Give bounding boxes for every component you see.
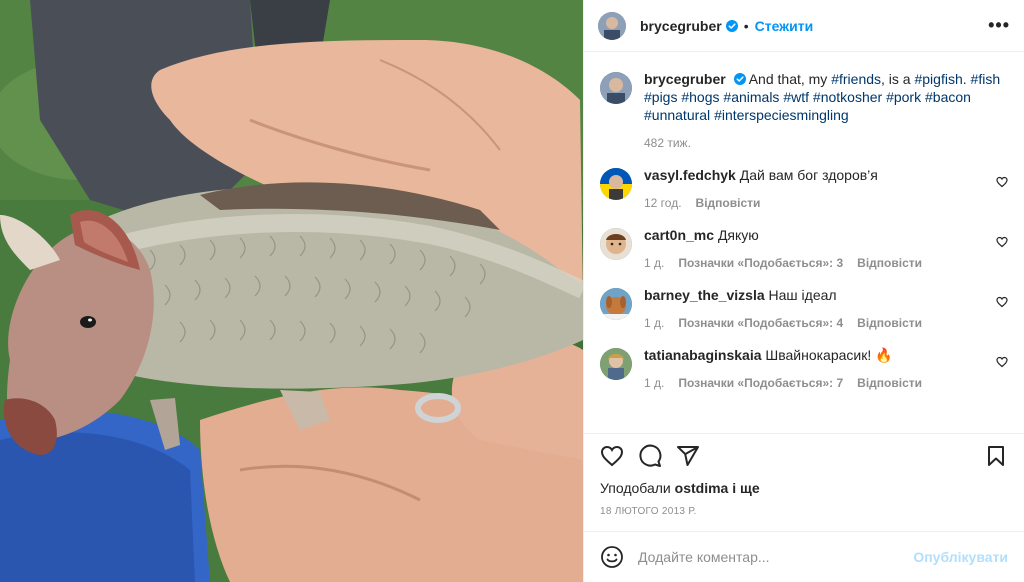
caption-avatar[interactable] bbox=[600, 72, 632, 104]
commenter-avatar[interactable] bbox=[600, 228, 632, 260]
hashtag-link[interactable]: #pigfish. bbox=[914, 71, 966, 87]
comment-likes-count[interactable]: Позначки «Подобається»: 7 bbox=[678, 376, 843, 390]
post-viewer: brycegruber • Стежити ••• brycegruber An… bbox=[0, 0, 1024, 582]
comment-input[interactable] bbox=[636, 548, 914, 566]
author-username[interactable]: brycegruber bbox=[640, 18, 722, 34]
likes-prefix: Уподобали bbox=[600, 480, 671, 496]
post-photo[interactable] bbox=[0, 0, 583, 582]
comment-time[interactable]: 1 д. bbox=[644, 316, 664, 330]
pigfish-photo bbox=[0, 0, 583, 582]
hashtag-link[interactable]: #hogs bbox=[681, 89, 719, 105]
caption-username[interactable]: brycegruber bbox=[644, 71, 726, 87]
caption-text: brycegruber And that, my #friends, is a … bbox=[644, 70, 1004, 124]
share-send-icon[interactable] bbox=[676, 444, 700, 468]
like-heart-icon[interactable] bbox=[600, 444, 624, 468]
comment-item: vasyl.fedchyk Дай вам бог здоров’я 12 го… bbox=[600, 166, 1008, 210]
comment-username[interactable]: vasyl.fedchyk bbox=[644, 167, 736, 183]
follow-button[interactable]: Стежити bbox=[755, 18, 814, 34]
commenter-avatar[interactable] bbox=[600, 348, 632, 380]
caption-plain-2: , is a bbox=[881, 71, 911, 87]
like-comment-heart-icon[interactable] bbox=[996, 176, 1008, 188]
caption-time[interactable]: 482 тиж. bbox=[644, 136, 691, 150]
post-date[interactable]: 18 лютого 2013 р. bbox=[600, 506, 1008, 517]
hashtag-link[interactable]: #friends bbox=[831, 71, 881, 87]
action-icons-row bbox=[600, 436, 1008, 476]
comment-item: tatianabaginskaia Швайнокарасик! 🔥 1 д. … bbox=[600, 346, 1008, 390]
publish-button[interactable]: Опублікувати bbox=[913, 549, 1008, 565]
comment-time[interactable]: 1 д. bbox=[644, 256, 664, 270]
like-comment-heart-icon[interactable] bbox=[996, 236, 1008, 248]
liker-username[interactable]: ostdima bbox=[675, 480, 729, 496]
like-comment-heart-icon[interactable] bbox=[996, 356, 1008, 368]
comment-username[interactable]: tatianabaginskaia bbox=[644, 347, 762, 363]
reply-button[interactable]: Відповісти bbox=[696, 196, 761, 210]
post-header: brycegruber • Стежити ••• bbox=[584, 0, 1024, 52]
save-bookmark-icon[interactable] bbox=[984, 444, 1008, 468]
comment-composer: Опублікувати bbox=[584, 531, 1024, 582]
more-options-button[interactable]: ••• bbox=[988, 15, 1010, 36]
post-side-panel: brycegruber • Стежити ••• brycegruber An… bbox=[583, 0, 1024, 582]
hashtag-link[interactable]: #interspeciesmingling bbox=[714, 107, 849, 123]
comment-likes-count[interactable]: Позначки «Подобається»: 4 bbox=[678, 316, 843, 330]
comment-item: barney_the_vizsla Наш ідеал 1 д. Позначк… bbox=[600, 286, 1008, 330]
reply-button[interactable]: Відповісти bbox=[857, 376, 922, 390]
comment-item: cart0n_mc Дякую 1 д. Позначки «Подобаєть… bbox=[600, 226, 1008, 270]
hashtag-link[interactable]: #notkosher bbox=[813, 89, 882, 105]
comment-likes-count[interactable]: Позначки «Подобається»: 3 bbox=[678, 256, 843, 270]
hashtag-link[interactable]: #fish bbox=[971, 71, 1001, 87]
comment-text: Дай вам бог здоров’я bbox=[739, 167, 878, 183]
hashtag-link[interactable]: #bacon bbox=[925, 89, 971, 105]
post-actions-area: Уподобали ostdima і ще 18 лютого 2013 р. bbox=[584, 433, 1024, 517]
verified-badge-icon bbox=[733, 73, 746, 85]
author-avatar[interactable] bbox=[598, 11, 626, 40]
emoji-smiley-icon[interactable] bbox=[600, 545, 624, 569]
header-separator: • bbox=[743, 17, 749, 34]
caption-meta: 482 тиж. bbox=[644, 136, 1004, 150]
commenter-avatar[interactable] bbox=[600, 288, 632, 320]
comment-time[interactable]: 1 д. bbox=[644, 376, 664, 390]
post-caption: brycegruber And that, my #friends, is a … bbox=[600, 70, 1008, 150]
comment-bubble-icon[interactable] bbox=[638, 444, 662, 468]
comment-text: Дякую bbox=[717, 227, 759, 243]
comment-text: Наш ідеал bbox=[768, 287, 837, 303]
likes-suffix[interactable]: і ще bbox=[732, 480, 759, 496]
hashtag-link[interactable]: #pork bbox=[886, 89, 921, 105]
hashtag-link[interactable]: #unnatural bbox=[644, 107, 710, 123]
reply-button[interactable]: Відповісти bbox=[857, 256, 922, 270]
comment-time[interactable]: 12 год. bbox=[644, 196, 682, 210]
comment-text: Швайнокарасик! 🔥 bbox=[765, 347, 893, 363]
like-comment-heart-icon[interactable] bbox=[996, 296, 1008, 308]
comment-username[interactable]: barney_the_vizsla bbox=[644, 287, 765, 303]
comment-username[interactable]: cart0n_mc bbox=[644, 227, 714, 243]
verified-badge-icon bbox=[725, 19, 738, 32]
hashtag-link[interactable]: #animals bbox=[723, 89, 779, 105]
caption-plain: And that, my bbox=[748, 71, 828, 87]
hashtag-link[interactable]: #wtf bbox=[783, 89, 809, 105]
commenter-avatar[interactable] bbox=[600, 168, 632, 200]
likes-summary[interactable]: Уподобали ostdima і ще bbox=[600, 480, 1008, 496]
comments-list[interactable]: brycegruber And that, my #friends, is a … bbox=[584, 52, 1024, 433]
reply-button[interactable]: Відповісти bbox=[857, 316, 922, 330]
hashtag-link[interactable]: #pigs bbox=[644, 89, 677, 105]
